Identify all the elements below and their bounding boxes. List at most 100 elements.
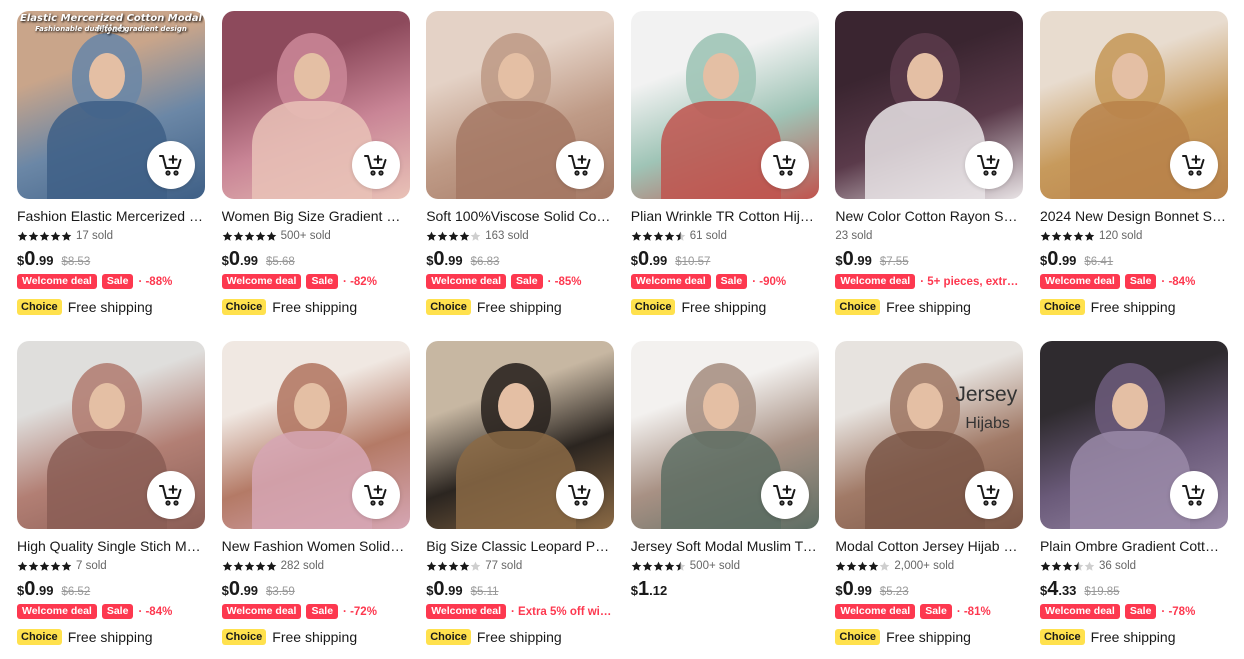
- add-to-cart-button[interactable]: [965, 471, 1014, 519]
- product-image[interactable]: [835, 11, 1024, 199]
- shipping-row: Choice Free shipping: [426, 629, 614, 645]
- add-to-cart-button[interactable]: [351, 141, 400, 189]
- star-icon: [459, 561, 470, 572]
- product-image[interactable]: [17, 341, 205, 529]
- sold-count: 7 sold: [76, 560, 107, 572]
- add-to-cart-button[interactable]: [556, 471, 605, 519]
- star-icon: [50, 561, 61, 572]
- price-currency: $: [17, 583, 25, 598]
- add-to-cart-button[interactable]: [965, 141, 1014, 189]
- price: $ 0 .99 $10.57: [631, 249, 819, 269]
- product-image[interactable]: [426, 341, 615, 529]
- add-to-cart-button[interactable]: [760, 141, 809, 189]
- product-card-7[interactable]: High Quality Single Stich Modal Hijab 7 …: [17, 341, 205, 659]
- star-icon: [835, 561, 846, 572]
- price-currency: $: [426, 583, 434, 598]
- star-icon: [470, 231, 481, 242]
- welcome-deal-badge: Welcome deal: [1039, 604, 1120, 619]
- scarf-drape: [47, 431, 167, 529]
- star-icon: [642, 561, 653, 572]
- product-card-4[interactable]: Plian Wrinkle TR Cotton Hijab Scarf 61 s…: [630, 11, 819, 329]
- add-to-cart-icon: [568, 155, 591, 176]
- star-icon: [1073, 561, 1084, 572]
- product-card-8[interactable]: New Fashion Women Solid Color Hijab 282 …: [221, 341, 410, 659]
- star-icon: [846, 561, 857, 572]
- original-price: $5.11: [470, 586, 499, 598]
- product-title[interactable]: Modal Cotton Jersey Hijab Scarf: [835, 538, 1021, 555]
- product-card-5[interactable]: New Color Cotton Rayon Scarf Hijab 23 so…: [835, 11, 1024, 329]
- product-card-11[interactable]: Jersey Hijabs Modal Cotton Jersey Hijab S…: [835, 341, 1024, 659]
- discount-text: · -78%: [1161, 605, 1196, 618]
- sold-count: 163 sold: [485, 230, 529, 242]
- free-shipping-label: Free shipping: [476, 629, 562, 645]
- price-decimal: .99: [444, 253, 463, 268]
- scarf-drape: [456, 431, 577, 529]
- welcome-deal-badge: Welcome deal: [17, 604, 97, 619]
- product-card-3[interactable]: Soft 100%Viscose Solid Color Hijab 163 s…: [426, 11, 615, 329]
- product-title[interactable]: New Color Cotton Rayon Scarf Hijab: [835, 208, 1021, 225]
- product-title[interactable]: 2024 New Design Bonnet Satin Hijab: [1040, 208, 1226, 225]
- image-overlay-subtitle: Fashionable dual tone gradient design: [35, 25, 187, 33]
- product-image[interactable]: [1039, 11, 1228, 199]
- add-to-cart-button[interactable]: [147, 471, 195, 519]
- sold-count: 61 sold: [689, 230, 727, 242]
- product-title[interactable]: Jersey Soft Modal Muslim Turban Cap: [631, 538, 817, 555]
- product-image[interactable]: [426, 11, 615, 199]
- add-to-cart-button[interactable]: [351, 471, 400, 519]
- model-face: [89, 383, 125, 429]
- product-image[interactable]: [630, 341, 819, 529]
- product-image[interactable]: [630, 11, 819, 199]
- product-title[interactable]: Big Size Classic Leopard Print Hijab: [426, 538, 612, 555]
- product-title[interactable]: High Quality Single Stich Modal Hijab: [17, 538, 203, 555]
- price-integer: 0: [433, 248, 445, 270]
- star-rating: [631, 561, 686, 572]
- product-title[interactable]: New Fashion Women Solid Color Hijab: [222, 538, 408, 555]
- product-image[interactable]: Elastic Mercerized Cotton Modal Hijab Fas…: [17, 11, 205, 199]
- price-decimal: .99: [649, 253, 668, 268]
- sale-badge: Sale: [101, 274, 134, 289]
- product-card-6[interactable]: 2024 New Design Bonnet Satin Hijab 120 s…: [1039, 11, 1228, 329]
- star-icon: [61, 231, 72, 242]
- star-icon: [50, 231, 61, 242]
- sale-badge: Sale: [1124, 274, 1157, 289]
- product-image[interactable]: Jersey Hijabs: [835, 341, 1024, 529]
- product-card-2[interactable]: Women Big Size Gradient Cotton Scarf 500…: [221, 11, 410, 329]
- price-currency: $: [426, 253, 434, 268]
- product-image[interactable]: [1039, 341, 1228, 529]
- scarf-drape: [251, 101, 372, 199]
- add-to-cart-button[interactable]: [556, 141, 605, 189]
- product-image[interactable]: [221, 341, 410, 529]
- price-integer: 0: [433, 578, 445, 600]
- welcome-deal-badge: Welcome deal: [630, 274, 711, 289]
- price-integer: 4: [1047, 578, 1059, 600]
- price: $ 0 .99 $5.23: [835, 579, 1023, 599]
- product-card-1[interactable]: Elastic Mercerized Cotton Modal Hijab Fas…: [17, 11, 205, 329]
- price-integer: 0: [842, 578, 854, 600]
- product-title[interactable]: Fashion Elastic Mercerized Cotton Modal …: [17, 208, 203, 225]
- add-to-cart-button[interactable]: [1169, 471, 1218, 519]
- add-to-cart-button[interactable]: [147, 141, 195, 189]
- sold-count: 36 sold: [1098, 560, 1137, 572]
- product-card-12[interactable]: Plain Ombre Gradient Cotton Hijab 36 sol…: [1039, 341, 1228, 659]
- star-icon: [1084, 231, 1095, 242]
- promo-row: Welcome deal Sale · -85%: [426, 274, 614, 289]
- product-image[interactable]: [221, 11, 410, 199]
- add-to-cart-icon: [977, 485, 1000, 506]
- add-to-cart-button[interactable]: [760, 471, 809, 519]
- price-decimal: .99: [1058, 253, 1077, 268]
- star-icon: [61, 561, 72, 572]
- product-title[interactable]: Women Big Size Gradient Cotton Scarf: [222, 208, 408, 225]
- price-currency: $: [835, 583, 843, 598]
- product-card-10[interactable]: Jersey Soft Modal Muslim Turban Cap 500+…: [630, 341, 819, 659]
- product-card-9[interactable]: Big Size Classic Leopard Print Hijab 77 …: [426, 341, 615, 659]
- choice-badge: Choice: [17, 299, 62, 315]
- rating-row: 77 sold: [426, 559, 614, 573]
- original-price: $6.41: [1084, 256, 1114, 268]
- add-to-cart-icon: [772, 155, 796, 176]
- product-title[interactable]: Soft 100%Viscose Solid Color Hijab: [426, 208, 612, 225]
- product-title[interactable]: Plian Wrinkle TR Cotton Hijab Scarf: [631, 208, 817, 225]
- discount-text: · -85%: [547, 275, 582, 288]
- add-to-cart-button[interactable]: [1169, 141, 1218, 189]
- product-title[interactable]: Plain Ombre Gradient Cotton Hijab: [1040, 538, 1226, 555]
- sold-count: 17 sold: [76, 230, 114, 242]
